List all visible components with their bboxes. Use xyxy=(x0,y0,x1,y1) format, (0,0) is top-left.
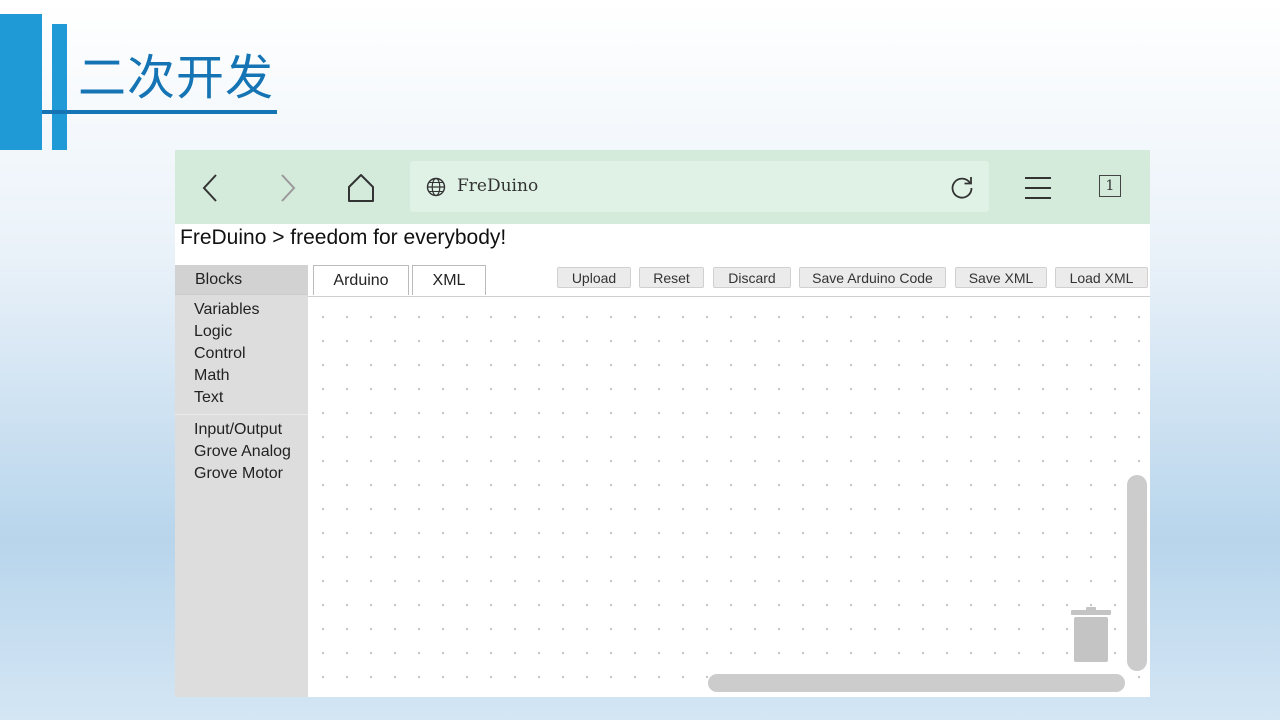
slide-title: 二次开发 xyxy=(78,50,275,106)
load-xml-button[interactable]: Load XML xyxy=(1055,267,1148,288)
tab-count-button[interactable]: 1 xyxy=(1099,175,1121,197)
discard-button[interactable]: Discard xyxy=(713,267,791,288)
home-button[interactable] xyxy=(343,170,379,206)
sidebar-header: Blocks xyxy=(175,265,308,295)
category-text[interactable]: Text xyxy=(194,388,223,408)
browser-toolbar: FreDuino 1 xyxy=(175,150,1150,224)
category-logic[interactable]: Logic xyxy=(194,322,232,342)
browser-window: FreDuino 1 FreDuino > freedom for everyb… xyxy=(175,150,1150,697)
hamburger-menu-icon xyxy=(1025,177,1051,199)
reset-button[interactable]: Reset xyxy=(639,267,704,288)
trash-icon[interactable] xyxy=(1069,607,1113,663)
globe-icon xyxy=(426,177,446,197)
sidebar-header-label: Blocks xyxy=(195,271,243,288)
category-input-output[interactable]: Input/Output xyxy=(194,420,282,440)
category-math[interactable]: Math xyxy=(194,366,230,386)
forward-button[interactable] xyxy=(269,170,305,206)
page-heading: FreDuino > freedom for everybody! xyxy=(180,226,507,249)
title-underline xyxy=(42,110,277,114)
back-button[interactable] xyxy=(193,170,229,206)
chevron-left-icon xyxy=(202,174,217,202)
category-grove-motor[interactable]: Grove Motor xyxy=(194,464,283,484)
vertical-scrollbar[interactable] xyxy=(1127,475,1147,671)
blocks-sidebar: Blocks Variables Logic Control Math Text… xyxy=(175,265,308,697)
category-control[interactable]: Control xyxy=(194,344,246,364)
reload-icon[interactable] xyxy=(949,174,975,200)
category-grove-analog[interactable]: Grove Analog xyxy=(194,442,291,462)
home-icon xyxy=(348,174,374,202)
save-arduino-code-button[interactable]: Save Arduino Code xyxy=(799,267,946,288)
tab-xml[interactable]: XML xyxy=(412,265,486,295)
decor-bar-left xyxy=(0,14,42,150)
upload-button[interactable]: Upload xyxy=(557,267,631,288)
save-xml-button[interactable]: Save XML xyxy=(955,267,1047,288)
category-variables[interactable]: Variables xyxy=(194,300,260,320)
chevron-right-icon xyxy=(281,174,296,202)
url-text: FreDuino xyxy=(457,176,539,196)
address-bar[interactable]: FreDuino xyxy=(410,161,989,212)
decor-bar-thin xyxy=(52,24,67,150)
tab-arduino[interactable]: Arduino xyxy=(313,265,409,295)
menu-button[interactable] xyxy=(1020,170,1056,206)
category-separator xyxy=(175,414,308,415)
blocks-workspace[interactable] xyxy=(308,296,1150,697)
horizontal-scrollbar[interactable] xyxy=(708,674,1125,692)
